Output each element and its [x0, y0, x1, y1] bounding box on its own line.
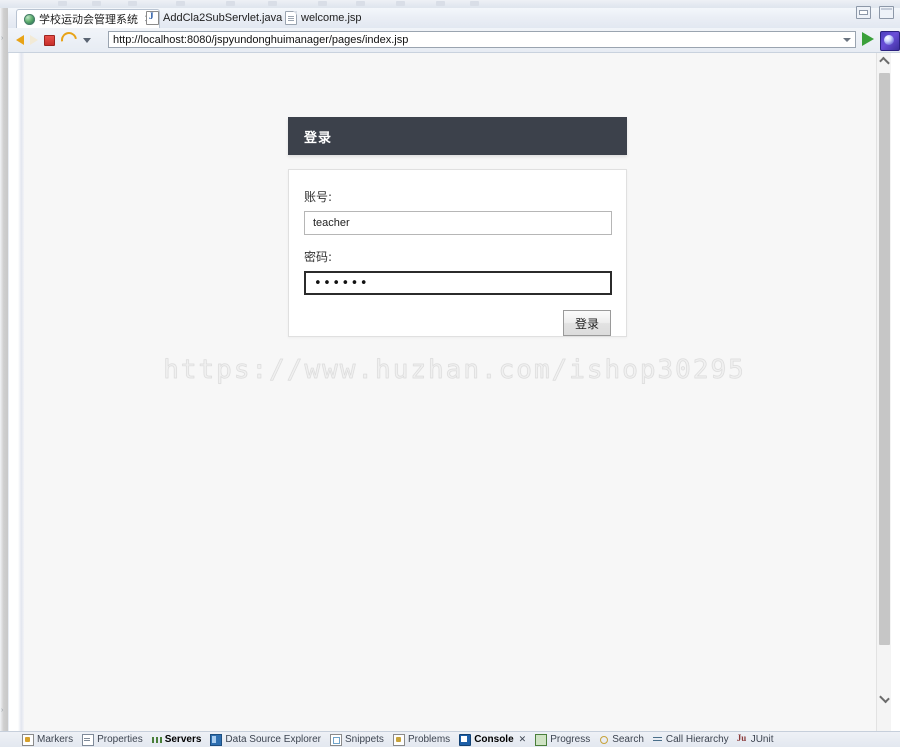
- bottom-tab-junit[interactable]: JUnit: [738, 734, 774, 745]
- account-label: 账号:: [304, 188, 611, 205]
- bottom-tab-console[interactable]: Console ✕: [459, 734, 526, 746]
- chevron-down-icon: [879, 693, 890, 704]
- account-input[interactable]: teacher: [304, 211, 612, 235]
- login-form: 账号: teacher 密码: •••••• 登录: [288, 169, 627, 337]
- bottom-tab-call-hierarchy[interactable]: Call Hierarchy: [653, 734, 729, 745]
- url-dropdown-icon[interactable]: [843, 38, 851, 42]
- tab-label: AddCla2SubServlet.java: [163, 12, 282, 24]
- search-icon: [599, 735, 609, 745]
- call-hierarchy-icon: [653, 735, 663, 745]
- account-input-value: teacher: [313, 217, 350, 229]
- login-panel-header: 登录: [288, 117, 627, 155]
- go-button[interactable]: [862, 32, 874, 46]
- minimize-icon[interactable]: [856, 6, 871, 19]
- markers-icon: [22, 734, 34, 746]
- bottom-tab-progress[interactable]: Progress: [535, 734, 590, 746]
- bottom-tab-problems[interactable]: Problems: [393, 734, 450, 746]
- problems-icon: [393, 734, 405, 746]
- bottom-tab-label: Search: [612, 734, 644, 745]
- bottom-tab-label: Servers: [165, 734, 202, 745]
- bottom-tab-label: Call Hierarchy: [666, 734, 729, 745]
- bottom-tab-label: Progress: [550, 734, 590, 745]
- login-submit-button[interactable]: 登录: [563, 310, 611, 336]
- eclipse-window: › › 学校运动会管理系统 ✕ AddCla2SubServlet.java w…: [0, 0, 900, 747]
- tab-label: 学校运动会管理系统: [39, 11, 138, 27]
- toolbar-strip-clipped: [0, 0, 900, 8]
- properties-icon: [82, 734, 94, 746]
- bottom-tab-snippets[interactable]: Snippets: [330, 734, 384, 746]
- back-arrow-icon[interactable]: [16, 35, 24, 45]
- open-external-browser-button[interactable]: [880, 31, 900, 51]
- url-text: http://localhost:8080/jspyundonghuimanag…: [113, 34, 840, 46]
- bottom-view-tab-bar: Markers Properties Servers Data Source E…: [0, 731, 900, 747]
- bottom-tab-data-source-explorer[interactable]: Data Source Explorer: [210, 734, 321, 746]
- browser-toolbar: http://localhost:8080/jspyundonghuimanag…: [8, 28, 900, 53]
- console-icon: [459, 734, 471, 746]
- tab-addcla2subservlet-java[interactable]: AddCla2SubServlet.java: [139, 8, 289, 28]
- bottom-tab-label: Properties: [97, 734, 143, 745]
- scroll-up-button[interactable]: [877, 55, 892, 69]
- bottom-tab-properties[interactable]: Properties: [82, 734, 143, 746]
- password-input-value: ••••••: [314, 277, 369, 290]
- vertical-scrollbar[interactable]: [876, 53, 891, 731]
- watermark-text: https://www.huzhan.com/ishop30295: [24, 355, 885, 385]
- java-file-icon: [146, 11, 159, 25]
- window-controls: [856, 6, 894, 19]
- editor-tab-bar: 学校运动会管理系统 ✕ AddCla2SubServlet.java welco…: [8, 8, 900, 29]
- forward-arrow-icon[interactable]: [30, 35, 38, 45]
- url-input[interactable]: http://localhost:8080/jspyundonghuimanag…: [108, 31, 856, 48]
- scrollbar-thumb[interactable]: [879, 73, 890, 645]
- browser-viewport: 登录 账号: teacher 密码: •••••• 登录: [9, 53, 900, 731]
- scroll-down-button[interactable]: [877, 691, 892, 705]
- globe-icon: [24, 14, 35, 25]
- editor-left-rail: › ›: [0, 8, 8, 731]
- login-button-row: 登录: [304, 310, 611, 336]
- progress-icon: [535, 734, 547, 746]
- tab-label: welcome.jsp: [301, 12, 362, 24]
- password-label: 密码:: [304, 248, 611, 265]
- login-panel: 登录 账号: teacher 密码: •••••• 登录: [288, 117, 627, 337]
- bottom-tab-label: Markers: [37, 734, 73, 745]
- bottom-tab-label: JUnit: [751, 734, 774, 745]
- snippets-icon: [330, 734, 342, 746]
- tab-welcome-jsp[interactable]: welcome.jsp: [278, 8, 369, 28]
- chevron-down-icon[interactable]: [83, 38, 91, 43]
- stop-icon[interactable]: [44, 35, 55, 46]
- password-input[interactable]: ••••••: [304, 271, 612, 295]
- navigation-buttons: [16, 32, 91, 48]
- bottom-tab-label: Snippets: [345, 734, 384, 745]
- bottom-tab-servers[interactable]: Servers: [152, 734, 202, 745]
- console-close-icon[interactable]: ✕: [519, 735, 527, 745]
- bottom-tab-label: Data Source Explorer: [225, 734, 321, 745]
- junit-icon: [738, 735, 748, 745]
- jsp-file-icon: [285, 11, 297, 25]
- bottom-tab-label: Console: [474, 734, 513, 745]
- web-page: 登录 账号: teacher 密码: •••••• 登录: [24, 53, 885, 731]
- login-panel-title: 登录: [304, 127, 332, 146]
- bottom-tab-label: Problems: [408, 734, 450, 745]
- maximize-icon[interactable]: [879, 6, 894, 19]
- database-icon: [210, 734, 222, 746]
- refresh-icon[interactable]: [58, 29, 80, 51]
- chevron-up-icon: [879, 57, 890, 68]
- bottom-tab-markers[interactable]: Markers: [22, 734, 73, 746]
- bottom-tab-search[interactable]: Search: [599, 734, 644, 745]
- servers-icon: [152, 735, 162, 745]
